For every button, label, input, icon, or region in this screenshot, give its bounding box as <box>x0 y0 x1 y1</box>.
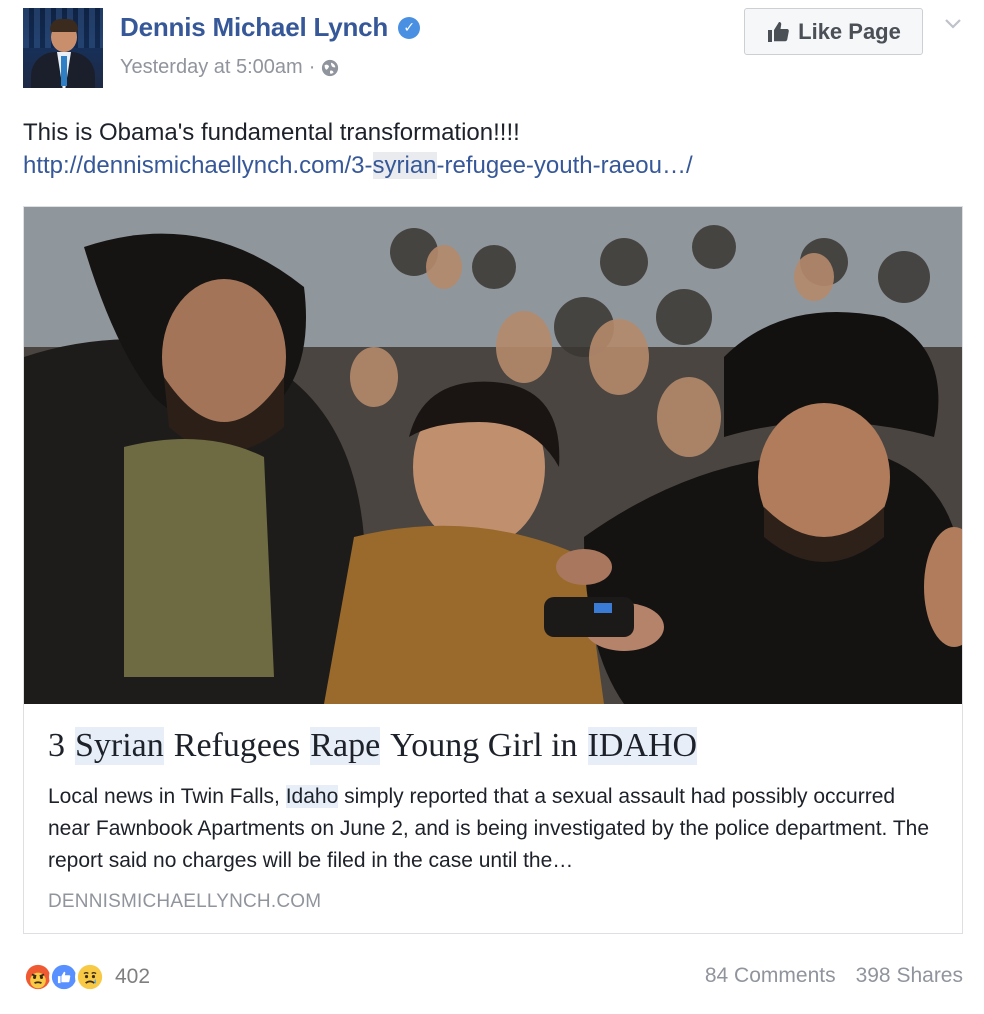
title-part-highlight[interactable]: Syrian <box>75 727 164 765</box>
chevron-down-icon[interactable] <box>942 12 964 34</box>
post-link[interactable]: http://dennismichaellynch.com/3-syrian-r… <box>23 149 963 182</box>
post-meta: Yesterday at 5:00am · <box>120 56 339 79</box>
link-preview-domain: DENNISMICHAELLYNCH.COM <box>48 891 322 912</box>
reactions-summary[interactable]: 402 <box>23 962 150 992</box>
reaction-count[interactable]: 402 <box>115 965 150 989</box>
link-preview-title[interactable]: 3 Syrian Refugees Rape Young Girl in IDA… <box>48 727 698 765</box>
sad-reaction-icon <box>75 962 105 992</box>
post-message: This is Obama's fundamental transformati… <box>23 119 520 146</box>
description-highlight: Idaho <box>285 785 339 808</box>
engagement-stats: 84 Comments 398 Shares <box>705 964 963 988</box>
page-name-link[interactable]: Dennis Michael Lynch ✓ <box>120 12 421 43</box>
page-name-text[interactable]: Dennis Michael Lynch <box>120 12 388 43</box>
title-part[interactable]: 3 <box>48 727 65 765</box>
title-part[interactable]: Young Girl in <box>390 727 577 765</box>
link-preview-image[interactable] <box>24 207 962 704</box>
title-part-highlight[interactable]: Rape <box>310 727 381 765</box>
description-part1: Local news in Twin Falls, <box>48 785 286 808</box>
globe-icon[interactable] <box>321 59 339 77</box>
page-avatar[interactable] <box>23 8 103 88</box>
post-link-part2[interactable]: -refugee-youth-raeou…/ <box>437 152 693 179</box>
post-link-highlight[interactable]: syrian <box>372 152 437 179</box>
verified-badge-icon: ✓ <box>398 16 421 39</box>
post-body: This is Obama's fundamental transformati… <box>23 116 963 182</box>
thumbs-up-icon <box>766 20 790 44</box>
link-preview-description: Local news in Twin Falls, Idaho simply r… <box>48 781 938 877</box>
post-timestamp[interactable]: Yesterday at 5:00am <box>120 56 303 79</box>
meta-separator: · <box>308 56 316 78</box>
link-preview-card[interactable]: 3 Syrian Refugees Rape Young Girl in IDA… <box>23 206 963 934</box>
title-part-highlight[interactable]: IDAHO <box>587 727 698 765</box>
comments-count[interactable]: 84 Comments <box>705 964 836 988</box>
post-link-part1[interactable]: http://dennismichaellynch.com/3- <box>23 152 373 179</box>
shares-count[interactable]: 398 Shares <box>856 964 963 988</box>
like-page-button[interactable]: Like Page <box>744 8 923 55</box>
like-page-label: Like Page <box>798 18 901 44</box>
title-part[interactable]: Refugees <box>174 727 301 765</box>
